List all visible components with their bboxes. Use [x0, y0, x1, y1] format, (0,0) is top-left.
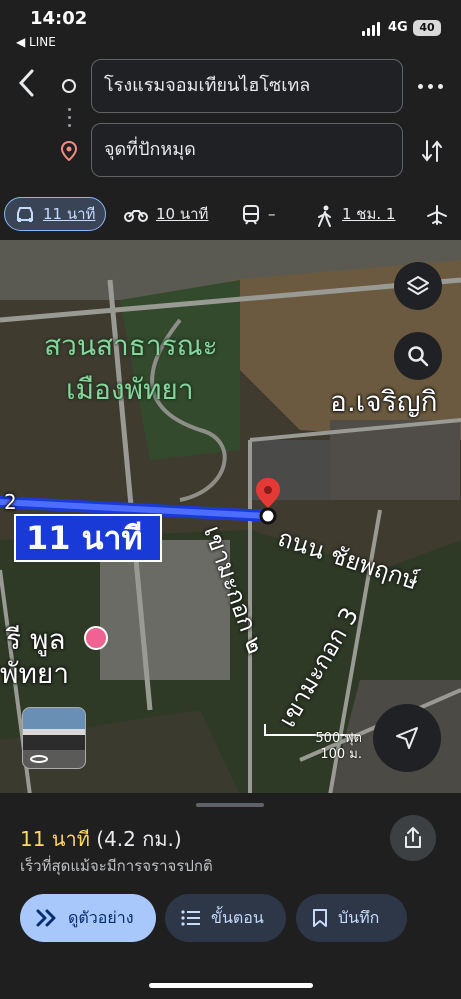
back-to-app-link[interactable]: ◀ LINE [16, 35, 56, 49]
eta-distance: (4.2 กม.) [96, 827, 182, 851]
plane-icon [426, 205, 448, 225]
mode-motorbike-label: 10 นาที [156, 205, 209, 223]
double-chevron-icon [36, 909, 56, 927]
map-view[interactable]: สวนสาธารณะ เมืองพัทยา อ.เจริญกิ ถนน ชัยพ… [0, 240, 461, 795]
destination-field[interactable]: จุดที่ปักหมุด [91, 123, 403, 177]
battery-icon: 40 [413, 20, 441, 36]
mode-motorbike[interactable]: 10 นาที [124, 197, 208, 231]
list-icon [181, 910, 200, 926]
street-view-thumbnail[interactable] [22, 707, 86, 769]
park-label: สวนสาธารณะ [44, 329, 218, 362]
route-number-label: 2 [4, 490, 17, 514]
mode-drive-label: 11 นาที [43, 205, 96, 223]
car-icon [15, 205, 35, 223]
motorbike-icon [124, 205, 148, 223]
park-label-line2: เมืองพัทยา [66, 373, 194, 406]
network-type: 4G [388, 20, 408, 35]
eta-callout[interactable]: 11 นาที [14, 514, 162, 562]
steps-button[interactable]: ขั้นตอน [165, 894, 286, 942]
clock: 14:02 [30, 8, 88, 29]
status-bar: 14:02 ◀ LINE 4G 40 [0, 0, 461, 56]
layers-icon [407, 276, 429, 295]
back-arrow-icon[interactable] [15, 68, 41, 98]
sheet-grab-handle[interactable] [196, 803, 264, 807]
mode-transit-label: – [268, 205, 276, 223]
hotel-label-line2: พัทยา [0, 657, 70, 690]
mode-drive[interactable]: 11 นาที [4, 197, 107, 231]
walk-icon [316, 205, 334, 227]
origin-dot-icon [62, 79, 76, 93]
preview-label: ดูตัวอย่าง [68, 907, 134, 927]
more-options-icon[interactable] [418, 78, 446, 94]
district-label: อ.เจริญกิ [330, 385, 438, 418]
mode-flight[interactable] [426, 197, 448, 231]
mode-walk[interactable]: 1 ชม. 1 [316, 197, 395, 231]
origin-field[interactable]: โรงแรมจอมเทียนไฮโซเทล [91, 59, 403, 113]
save-button[interactable]: บันทึก [296, 894, 407, 942]
hotel-pin-icon[interactable] [84, 626, 108, 650]
signal-icon [362, 22, 380, 36]
preview-button[interactable]: ดูตัวอย่าง [20, 894, 156, 942]
route-summary-sheet: 11 นาที (4.2 กม.) เร็วที่สุดแม้จะมีการจร… [0, 793, 461, 999]
navigation-arrow-icon [396, 727, 418, 749]
share-button[interactable] [390, 815, 436, 861]
save-label: บันทึก [338, 907, 380, 927]
share-icon [405, 827, 421, 848]
street-view-icon [30, 755, 48, 763]
search-button[interactable] [394, 332, 442, 380]
scale-meters: 100 ม. [320, 747, 362, 762]
mode-transit[interactable]: – [242, 197, 276, 231]
eta-time: 11 นาที [20, 827, 90, 851]
route-subtitle: เร็วที่สุดแม้จะมีการจราจรปกติ [20, 857, 213, 875]
home-indicator[interactable] [149, 983, 313, 988]
steps-label: ขั้นตอน [211, 907, 264, 927]
layers-button[interactable] [394, 262, 442, 310]
eta-summary: 11 นาที (4.2 กม.) [20, 823, 182, 855]
search-icon [408, 346, 429, 367]
travel-mode-bar: 11 นาที 10 นาที – 1 ชม. 1 [0, 194, 461, 236]
start-navigation-button[interactable] [373, 704, 441, 772]
swap-icon[interactable] [420, 137, 444, 165]
bookmark-icon [313, 909, 327, 927]
mode-walk-label: 1 ชม. 1 [342, 205, 396, 223]
destination-pin-icon [60, 140, 78, 162]
map-scale: 500 ฟุต 100 ม. [262, 727, 362, 762]
route-dots-icon [68, 108, 71, 130]
transit-icon [242, 205, 260, 225]
